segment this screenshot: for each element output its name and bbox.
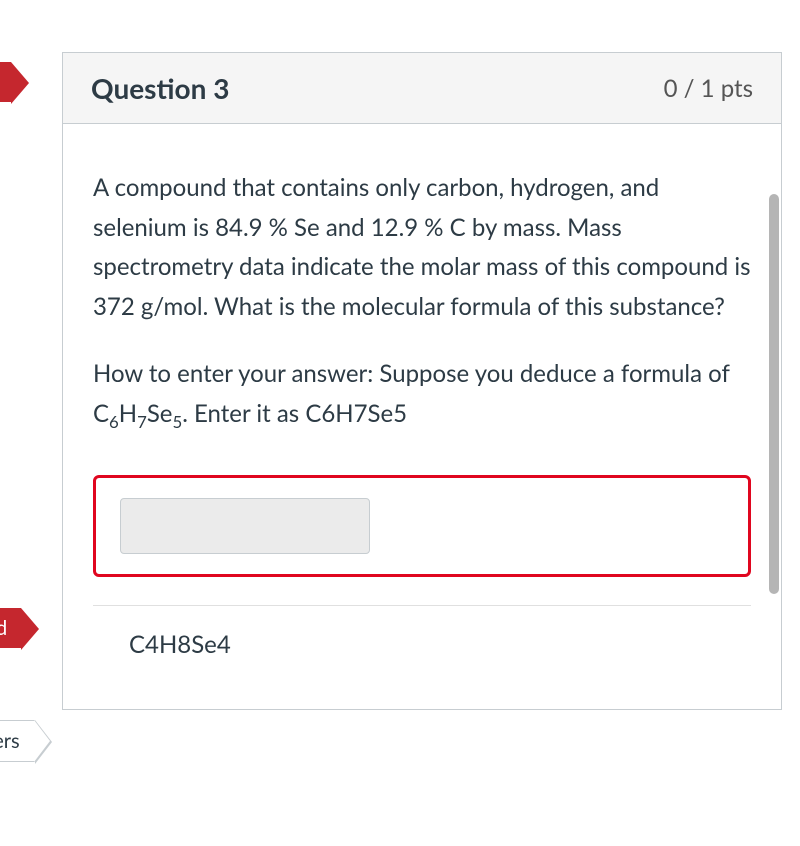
instructions-text: . Enter it as C6H7Se5	[182, 399, 407, 428]
question-card: Question 3 0 / 1 pts A compound that con…	[62, 52, 782, 710]
answer-input[interactable]	[120, 498, 370, 554]
answer-instructions: How to enter your answer: Suppose you de…	[93, 354, 751, 435]
question-title: Question 3	[91, 71, 229, 105]
question-header: Question 3 0 / 1 pts	[63, 53, 781, 124]
submitted-answer-text: C4H8Se4	[93, 630, 751, 679]
status-flag-red-2: ered	[0, 608, 21, 648]
status-flag-red-1: red	[0, 62, 11, 102]
points-display: 0 / 1 pts	[664, 74, 753, 103]
question-body: A compound that contains only carbon, hy…	[63, 124, 781, 709]
answer-highlight-box	[93, 475, 751, 577]
scrollbar-track[interactable]	[769, 194, 779, 674]
formula-sub: 7	[137, 411, 147, 432]
status-flag-answers: swers	[0, 720, 35, 762]
formula-sub: 6	[109, 411, 119, 432]
instructions-text: Se	[147, 399, 173, 428]
formula-sub: 5	[172, 411, 182, 432]
instructions-text: H	[119, 399, 137, 428]
divider	[93, 605, 751, 606]
scrollbar-thumb[interactable]	[769, 194, 779, 594]
question-prompt: A compound that contains only carbon, hy…	[93, 168, 751, 326]
